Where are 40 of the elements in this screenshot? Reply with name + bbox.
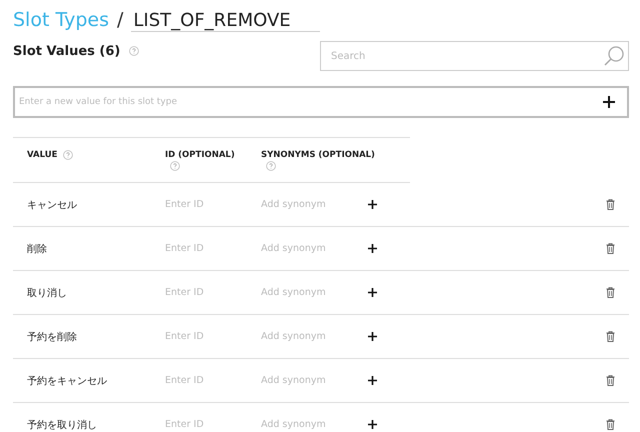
trash-icon[interactable] [606,419,615,430]
slot-value: 予約を削除 [26,330,78,344]
id-field[interactable]: Enter ID [165,199,245,210]
new-value-field[interactable]: Enter a new value for this slot type [13,86,629,118]
section-title: Slot Values (6) [13,44,120,58]
add-icon[interactable] [603,96,615,108]
synonym-field[interactable]: Add synonym [261,375,351,386]
id-field[interactable]: Enter ID [165,375,245,386]
column-header: SYNONYMS (OPTIONAL) [261,150,375,160]
slot-value: 削除 [26,242,48,256]
trash-icon[interactable] [606,331,615,342]
trash-icon[interactable] [606,375,615,386]
synonym-field[interactable]: Add synonym [261,287,351,298]
id-field[interactable]: Enter ID [165,243,245,254]
id-field[interactable]: Enter ID [165,287,245,298]
slot-type-name-field[interactable]: LIST_OF_REMOVE [131,10,320,32]
trash-icon[interactable] [606,199,615,210]
add-synonym-icon[interactable] [368,200,377,209]
trash-icon[interactable] [606,243,615,254]
id-field[interactable]: Enter ID [165,331,245,342]
add-synonym-icon[interactable] [368,244,377,253]
synonym-field[interactable]: Add synonym [261,199,351,210]
trash-icon[interactable] [606,287,615,298]
breadcrumb-separator: / [117,9,124,31]
add-synonym-icon[interactable] [368,332,377,341]
add-synonym-icon[interactable] [368,376,377,385]
synonym-field[interactable]: Add synonym [261,243,351,254]
search-icon [603,45,625,67]
column-header: ID (OPTIONAL) [165,150,235,160]
column-header: VALUE [27,150,58,160]
synonym-field[interactable]: Add synonym [261,331,351,342]
add-synonym-icon[interactable] [368,420,377,429]
synonym-field[interactable]: Add synonym [261,419,351,430]
id-field[interactable]: Enter ID [165,419,245,430]
slot-value: 取り消し [26,286,68,300]
slot-value: 予約をキャンセル [26,374,108,388]
search-field[interactable]: Search [320,41,629,71]
add-synonym-icon[interactable] [368,288,377,297]
slot-value: 予約を取り消し [26,418,98,432]
slot-value: キャンセル [26,198,78,212]
